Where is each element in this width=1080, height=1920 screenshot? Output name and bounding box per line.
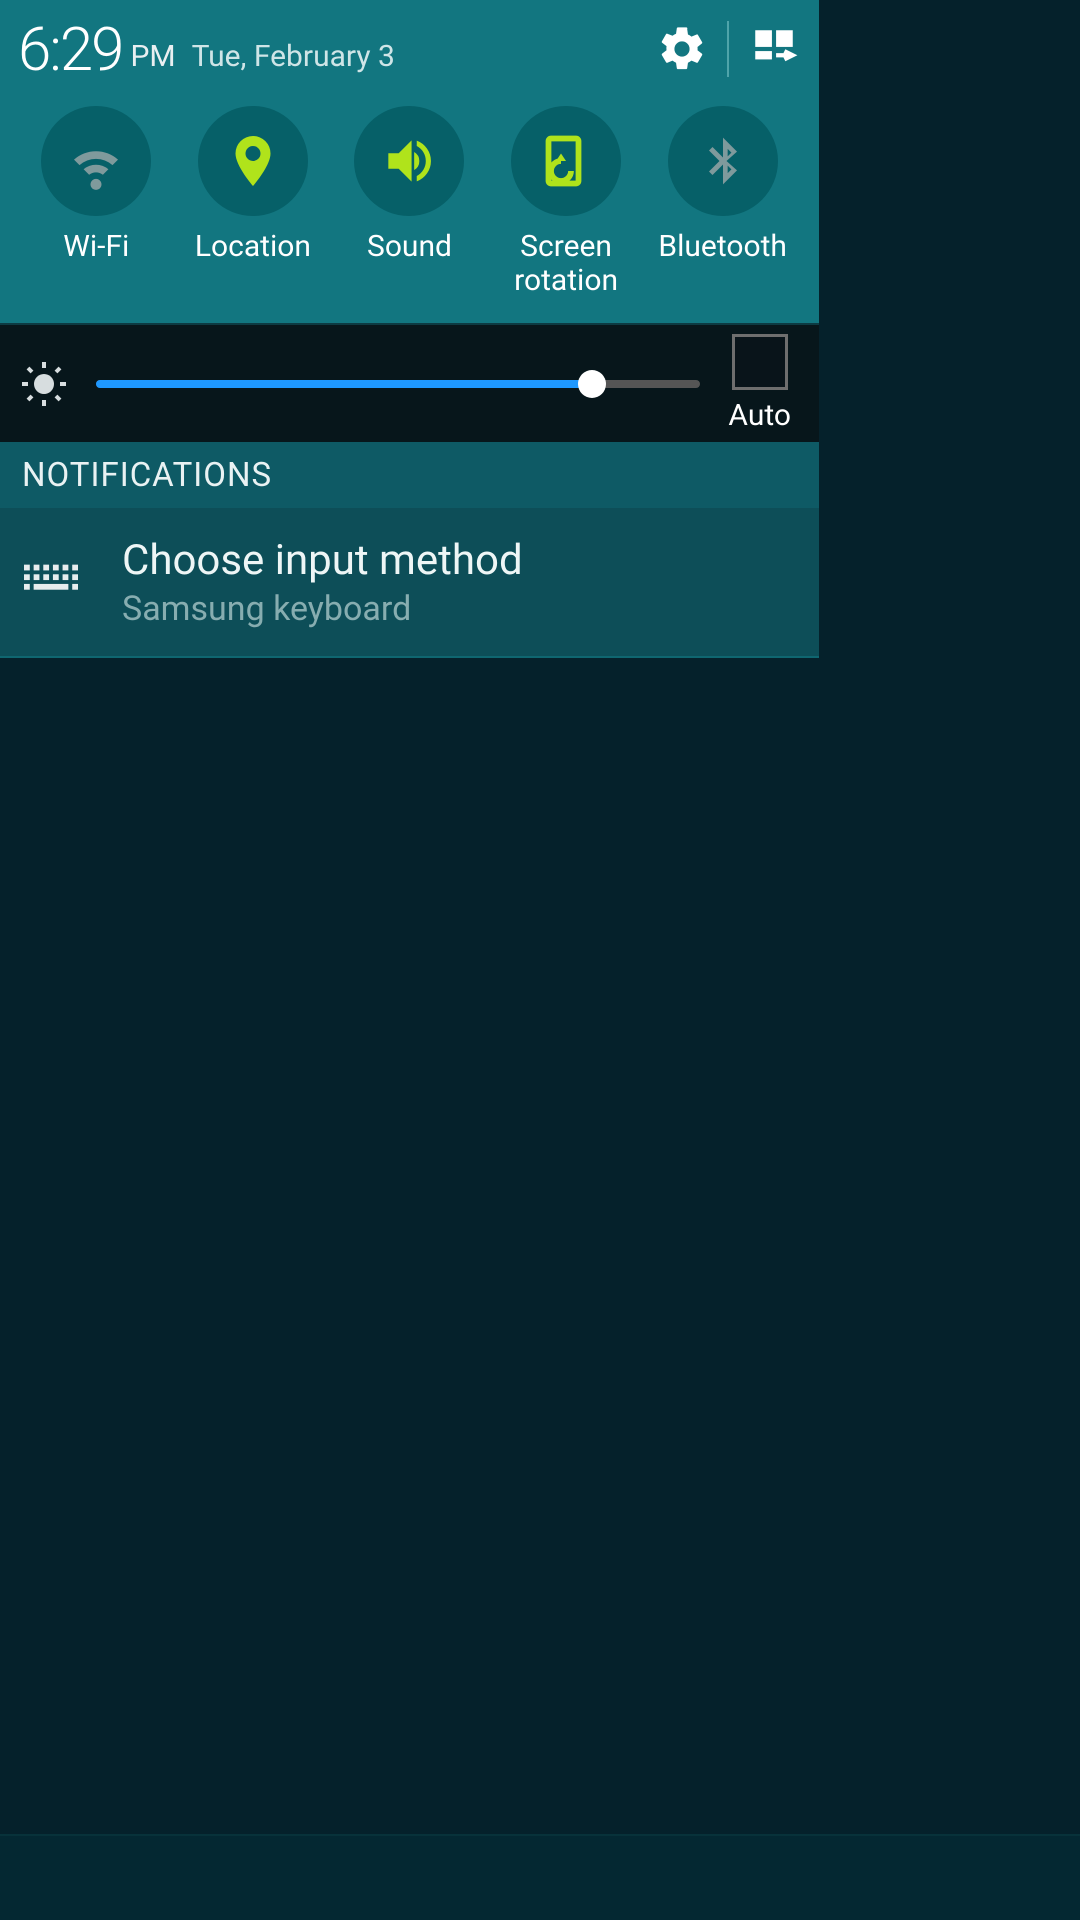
toggle-wifi[interactable]: Wi-Fi [18, 106, 175, 297]
gear-icon [656, 23, 708, 75]
auto-brightness-label: Auto [728, 398, 791, 433]
clock-date: Tue, February 3 [192, 39, 395, 74]
sound-icon [354, 106, 464, 216]
panel-drag-handle[interactable] [0, 1834, 1080, 1920]
notification-item[interactable]: Choose input method Samsung keyboard [0, 508, 819, 658]
auto-brightness-checkbox[interactable] [732, 334, 788, 390]
toggle-sound[interactable]: Sound [331, 106, 488, 297]
bluetooth-icon [668, 106, 778, 216]
notifications-section-title: NOTIFICATIONS [22, 456, 272, 495]
screen-rotation-icon [511, 106, 621, 216]
grid-edit-icon [749, 24, 799, 74]
toggle-bluetooth[interactable]: Bluetooth [644, 106, 801, 297]
toggle-screen-rotation[interactable]: Screen rotation [488, 106, 645, 297]
toggle-bluetooth-label: Bluetooth [658, 230, 787, 264]
toggle-rotation-label: Screen rotation [488, 230, 645, 297]
header-top-row: 6:29 PM Tue, February 3 [18, 14, 801, 84]
toggle-location-label: Location [195, 230, 311, 264]
location-icon [198, 106, 308, 216]
toggle-sound-label: Sound [367, 230, 452, 264]
brightness-slider[interactable] [96, 380, 700, 388]
header-separator [727, 21, 729, 77]
toggle-location[interactable]: Location [175, 106, 332, 297]
notification-title: Choose input method [122, 536, 523, 585]
quick-toggles-row: Wi-Fi Location Sound Screen rotation Blu… [18, 106, 801, 297]
clock-ampm: PM [130, 39, 175, 74]
brightness-row: Auto [0, 323, 819, 442]
keyboard-icon [24, 562, 78, 602]
clock-time: 6:29 [18, 14, 122, 85]
quick-panel-edit-button[interactable] [747, 22, 801, 76]
header-panel: 6:29 PM Tue, February 3 Wi-Fi Location [0, 0, 819, 323]
notification-subtitle: Samsung keyboard [122, 589, 523, 629]
brightness-icon [20, 360, 68, 408]
settings-button[interactable] [655, 22, 709, 76]
toggle-wifi-label: Wi-Fi [63, 230, 129, 264]
wifi-icon [41, 106, 151, 216]
notifications-section-header: NOTIFICATIONS [0, 442, 819, 508]
